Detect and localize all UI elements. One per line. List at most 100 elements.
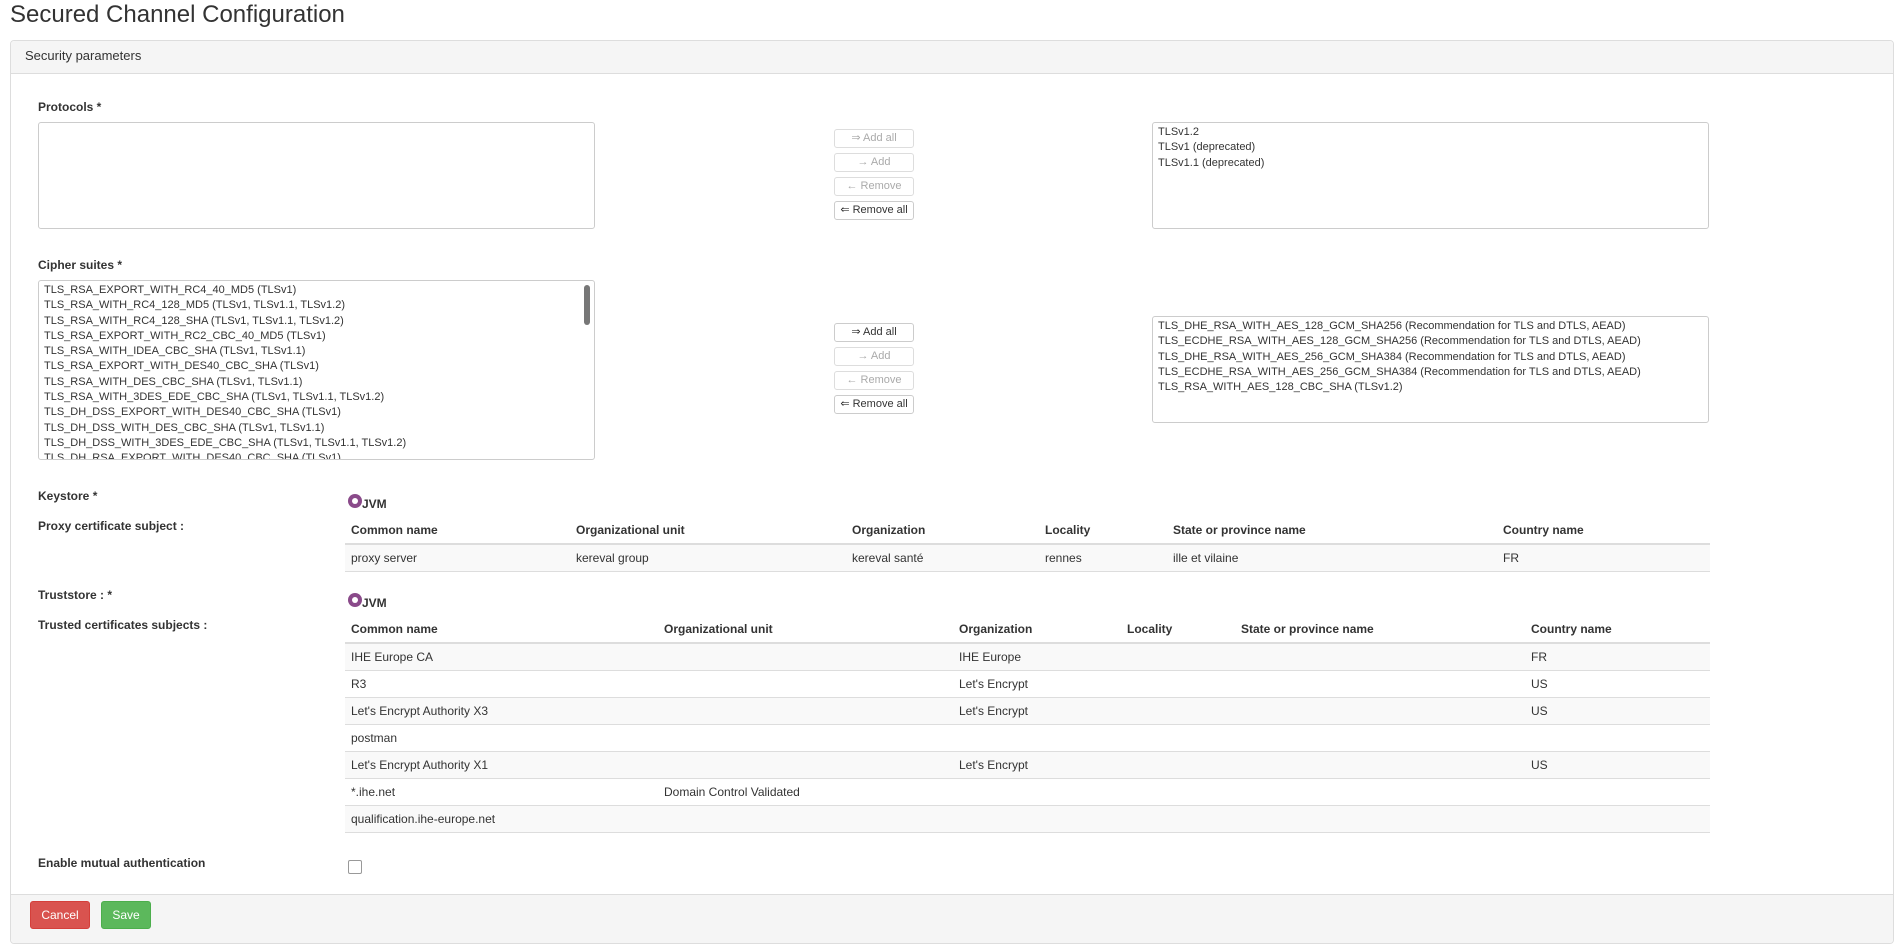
- list-option[interactable]: TLSv1.2: [1158, 125, 1703, 140]
- table-cell: kereval group: [570, 544, 846, 572]
- cipher-suites-selected-list[interactable]: TLS_DHE_RSA_WITH_AES_128_GCM_SHA256 (Rec…: [1152, 316, 1709, 423]
- table-row: qualification.ihe-europe.net: [345, 805, 1710, 833]
- protocols-remove-all-button[interactable]: ⇐ Remove all: [834, 201, 914, 220]
- cipher-remove-button[interactable]: ← Remove: [834, 371, 914, 390]
- mutual-auth-checkbox[interactable]: [348, 860, 362, 874]
- table-cell: US: [1525, 670, 1710, 698]
- table-cell: [1235, 724, 1525, 752]
- table-cell: [953, 778, 1121, 806]
- table-cell: [1121, 670, 1235, 698]
- cipher-remove-all-button[interactable]: ⇐ Remove all: [834, 395, 914, 414]
- trusted-certificates-table: Common name Organizational unit Organizati…: [345, 616, 1710, 833]
- table-cell: [1235, 670, 1525, 698]
- column-header: State or province name: [1167, 517, 1497, 545]
- table-cell: [658, 724, 953, 752]
- table-cell: [658, 697, 953, 725]
- table-header-row: Common name Organizational unit Organizati…: [345, 616, 1710, 644]
- keystore-label: Keystore *: [38, 489, 98, 503]
- table-row: R3 Let's Encrypt US: [345, 670, 1710, 698]
- protocols-available-list[interactable]: [38, 122, 595, 229]
- table-row: postman: [345, 724, 1710, 752]
- table-cell: [658, 751, 953, 779]
- cipher-suites-label: Cipher suites *: [38, 258, 123, 272]
- list-option[interactable]: TLS_ECDHE_RSA_WITH_AES_128_GCM_SHA256 (R…: [1158, 334, 1703, 349]
- column-header: Organizational unit: [570, 517, 846, 545]
- column-header: State or province name: [1235, 616, 1525, 644]
- table-cell: [953, 805, 1121, 833]
- truststore-jvm-label: JVM: [362, 596, 387, 610]
- list-option[interactable]: TLS_DH_DSS_WITH_DES_CBC_SHA (TLSv1, TLSv…: [44, 421, 589, 436]
- table-cell: [1121, 805, 1235, 833]
- protocols-selected-list[interactable]: TLSv1.2 TLSv1 (deprecated) TLSv1.1 (deprec…: [1152, 122, 1709, 229]
- cipher-add-button[interactable]: → Add: [834, 347, 914, 366]
- protocols-add-button[interactable]: → Add: [834, 153, 914, 172]
- table-cell: Let's Encrypt Authority X1: [345, 751, 658, 779]
- column-header: Organization: [846, 517, 1039, 545]
- table-cell: [1121, 751, 1235, 779]
- list-option[interactable]: TLS_DH_DSS_WITH_3DES_EDE_CBC_SHA (TLSv1,…: [44, 436, 589, 451]
- column-header: Organization: [953, 616, 1121, 644]
- list-option[interactable]: TLSv1.1 (deprecated): [1158, 156, 1703, 171]
- page-title: Secured Channel Configuration: [10, 1, 345, 28]
- table-cell: proxy server: [345, 544, 570, 572]
- panel-heading: Security parameters: [11, 41, 1893, 74]
- table-cell: US: [1525, 751, 1710, 779]
- table-cell: [1235, 778, 1525, 806]
- mutual-auth-label: Enable mutual authentication: [38, 856, 206, 870]
- list-option[interactable]: TLS_RSA_EXPORT_WITH_DES40_CBC_SHA (TLSv1…: [44, 359, 589, 374]
- table-cell: [658, 643, 953, 671]
- table-cell: [1235, 643, 1525, 671]
- truststore-jvm-radio[interactable]: [348, 593, 362, 607]
- column-header: Common name: [345, 616, 658, 644]
- list-option[interactable]: TLS_RSA_WITH_AES_128_CBC_SHA (TLSv1.2): [1158, 380, 1703, 395]
- protocols-add-all-button[interactable]: ⇒ Add all: [834, 129, 914, 148]
- list-option[interactable]: TLS_DHE_RSA_WITH_AES_128_GCM_SHA256 (Rec…: [1158, 319, 1703, 334]
- cipher-suites-available-list[interactable]: TLS_RSA_EXPORT_WITH_RC4_40_MD5 (TLSv1) TL…: [38, 280, 595, 460]
- table-cell: IHE Europe: [953, 643, 1121, 671]
- table-cell: [1525, 778, 1710, 806]
- protocols-remove-button[interactable]: ← Remove: [834, 177, 914, 196]
- list-option[interactable]: TLS_RSA_EXPORT_WITH_RC4_40_MD5 (TLSv1): [44, 283, 589, 298]
- list-option[interactable]: TLSv1 (deprecated): [1158, 140, 1703, 155]
- panel-heading-title: Security parameters: [25, 48, 142, 63]
- column-header: Country name: [1497, 517, 1710, 545]
- column-header: Organizational unit: [658, 616, 953, 644]
- table-cell: Domain Control Validated: [658, 778, 953, 806]
- list-option[interactable]: TLS_RSA_WITH_IDEA_CBC_SHA (TLSv1, TLSv1.…: [44, 344, 589, 359]
- table-cell: R3: [345, 670, 658, 698]
- table-cell: [658, 670, 953, 698]
- cipher-add-all-button[interactable]: ⇒ Add all: [834, 323, 914, 342]
- list-option[interactable]: TLS_RSA_WITH_RC4_128_MD5 (TLSv1, TLSv1.1…: [44, 298, 589, 313]
- proxy-certificate-table: Common name Organizational unit Organizati…: [345, 517, 1710, 572]
- list-option[interactable]: TLS_RSA_WITH_RC4_128_SHA (TLSv1, TLSv1.1…: [44, 314, 589, 329]
- table-cell: kereval santé: [846, 544, 1039, 572]
- trusted-certificates-label: Trusted certificates subjects :: [38, 618, 208, 632]
- panel-footer: [11, 894, 1893, 943]
- column-header: Common name: [345, 517, 570, 545]
- list-option[interactable]: TLS_RSA_WITH_DES_CBC_SHA (TLSv1, TLSv1.1…: [44, 375, 589, 390]
- table-cell: FR: [1525, 643, 1710, 671]
- table-cell: [1121, 697, 1235, 725]
- table-cell: postman: [345, 724, 658, 752]
- scrollbar-thumb[interactable]: [584, 285, 590, 325]
- table-row: *.ihe.net Domain Control Validated: [345, 778, 1710, 806]
- table-cell: [1235, 805, 1525, 833]
- table-cell: FR: [1497, 544, 1710, 572]
- table-cell: [1525, 805, 1710, 833]
- list-option[interactable]: TLS_ECDHE_RSA_WITH_AES_256_GCM_SHA384 (R…: [1158, 365, 1703, 380]
- keystore-jvm-radio[interactable]: [348, 494, 362, 508]
- keystore-jvm-label: JVM: [362, 497, 387, 511]
- column-header: Country name: [1525, 616, 1710, 644]
- table-cell: *.ihe.net: [345, 778, 658, 806]
- table-cell: [1235, 751, 1525, 779]
- truststore-label: Truststore : *: [38, 588, 113, 602]
- table-cell: US: [1525, 697, 1710, 725]
- list-option[interactable]: TLS_RSA_EXPORT_WITH_RC2_CBC_40_MD5 (TLSv…: [44, 329, 589, 344]
- save-button[interactable]: Save: [101, 901, 151, 929]
- list-option[interactable]: TLS_DH_RSA_EXPORT_WITH_DES40_CBC_SHA (TL…: [44, 451, 589, 459]
- list-option[interactable]: TLS_DHE_RSA_WITH_AES_256_GCM_SHA384 (Rec…: [1158, 350, 1703, 365]
- list-option[interactable]: TLS_RSA_WITH_3DES_EDE_CBC_SHA (TLSv1, TL…: [44, 390, 589, 405]
- table-cell: [953, 724, 1121, 752]
- list-option[interactable]: TLS_DH_DSS_EXPORT_WITH_DES40_CBC_SHA (TL…: [44, 405, 589, 420]
- cancel-button[interactable]: Cancel: [30, 901, 90, 929]
